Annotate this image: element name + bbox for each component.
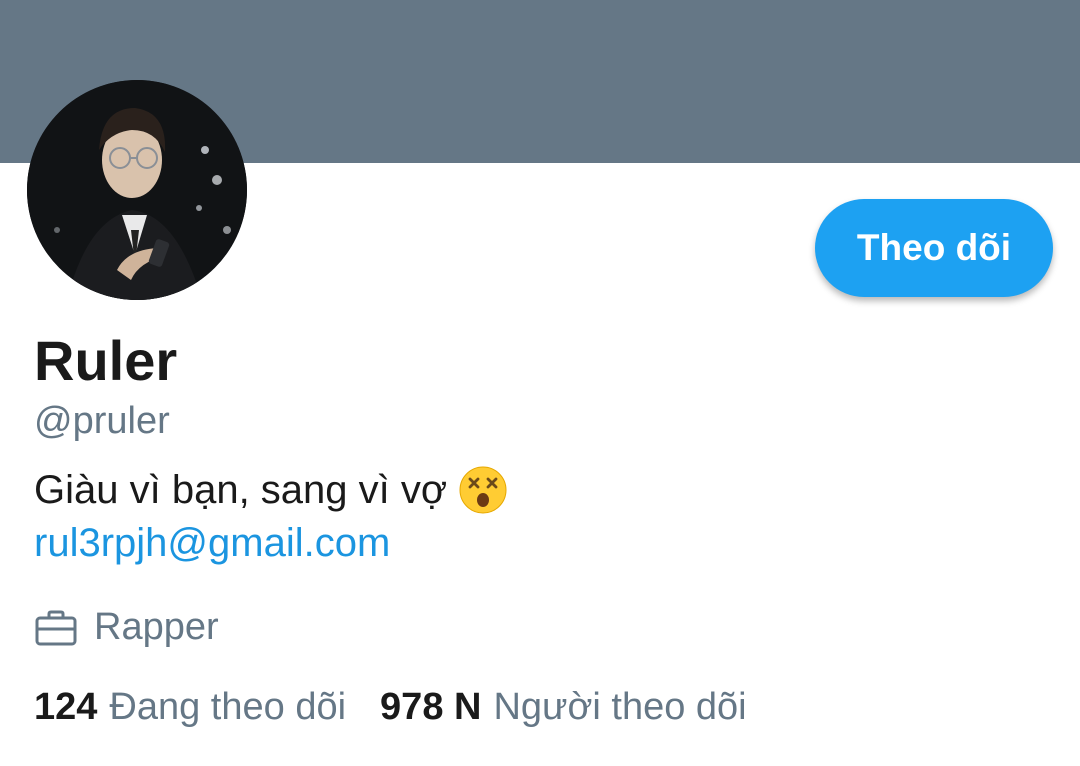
profile-occupation: Rapper	[34, 606, 219, 649]
profile-name: Ruler	[34, 329, 178, 392]
briefcase-icon	[34, 610, 78, 646]
following-label: Đang theo dõi	[109, 686, 347, 728]
profile-handle: @pruler	[34, 400, 170, 442]
avatar[interactable]	[27, 80, 247, 300]
email-link[interactable]: rul3rpjh@gmail.com	[34, 521, 390, 566]
profile-bio: Giàu vì bạn, sang vì vợ	[34, 466, 507, 514]
occupation-label: Rapper	[94, 606, 219, 648]
follow-button[interactable]: Theo dõi	[815, 199, 1053, 297]
avatar-photo	[27, 80, 247, 300]
bio-text: Giàu vì bạn, sang vì vợ	[34, 467, 448, 512]
followers-count: 978 N	[380, 686, 482, 728]
profile-stats: 124 Đang theo dõi 978 N Người theo dõi	[34, 686, 747, 729]
followers-label: Người theo dõi	[493, 686, 747, 728]
followers-stat[interactable]: 978 N Người theo dõi	[380, 686, 747, 729]
dizzy-face-emoji-icon	[459, 466, 507, 514]
following-stat[interactable]: 124 Đang theo dõi	[34, 686, 346, 729]
following-count: 124	[34, 686, 98, 728]
